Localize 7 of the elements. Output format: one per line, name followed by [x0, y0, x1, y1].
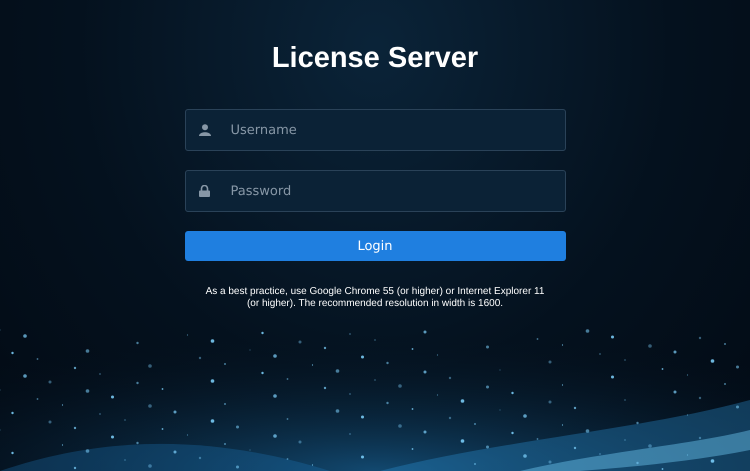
browser-note: As a best practice, use Google Chrome 55 (or higher) or Internet Explorer 11 (or higher). The recommended resolution in width is 1600. [204, 286, 546, 310]
username-field[interactable]: Username [184, 109, 566, 151]
page-title: License Server [272, 41, 478, 75]
user-icon [198, 124, 210, 136]
login-button[interactable]: Login [184, 231, 566, 261]
lock-icon [198, 185, 210, 197]
password-field[interactable]: Password [184, 170, 566, 212]
